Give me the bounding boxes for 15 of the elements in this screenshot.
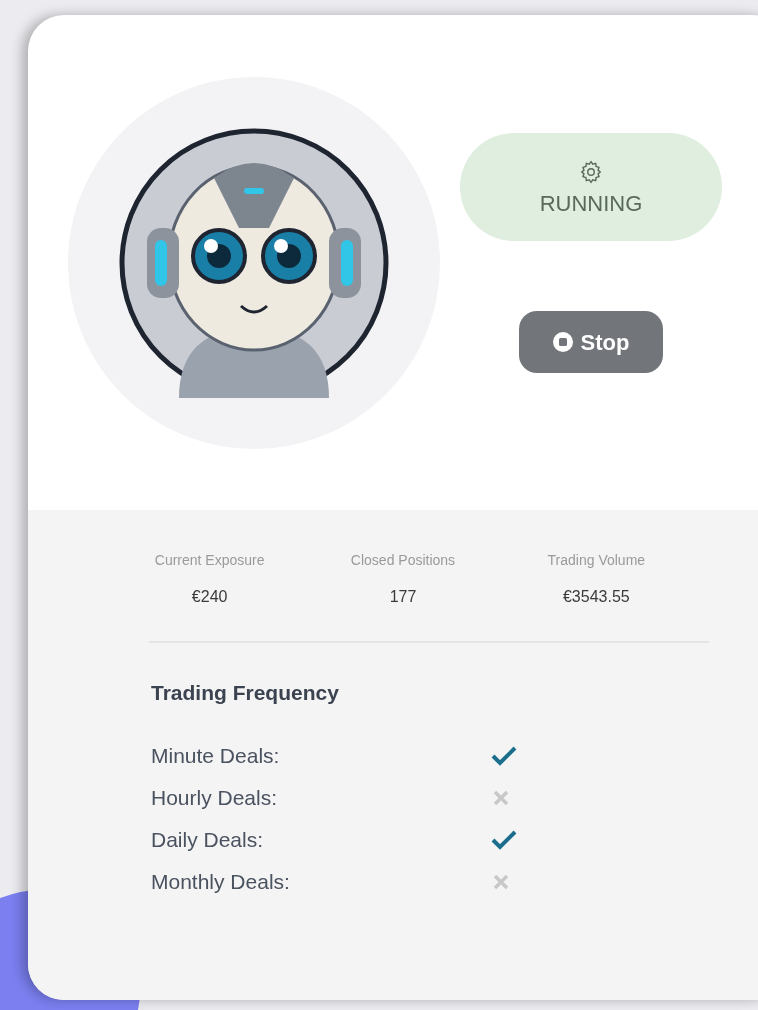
- frequency-label: Hourly Deals:: [151, 784, 279, 811]
- gear-icon: [578, 159, 604, 185]
- stat-label: Closed Positions: [350, 551, 456, 570]
- section-title: Trading Frequency: [151, 680, 340, 706]
- stat-value: €240: [191, 587, 228, 607]
- frequency-label: Monthly Deals:: [151, 868, 291, 895]
- stop-button[interactable]: Stop: [519, 311, 663, 373]
- frequency-label: Minute Deals:: [151, 742, 281, 769]
- stat-label: Trading Volume: [547, 551, 646, 570]
- stat-label: Current Exposure: [154, 551, 265, 570]
- frequency-label: Daily Deals:: [151, 826, 265, 853]
- stop-icon: [552, 332, 573, 352]
- stat-value: €3543.55: [562, 587, 630, 607]
- status-label: RUNNING: [539, 193, 643, 215]
- stat-value: 177: [389, 587, 417, 607]
